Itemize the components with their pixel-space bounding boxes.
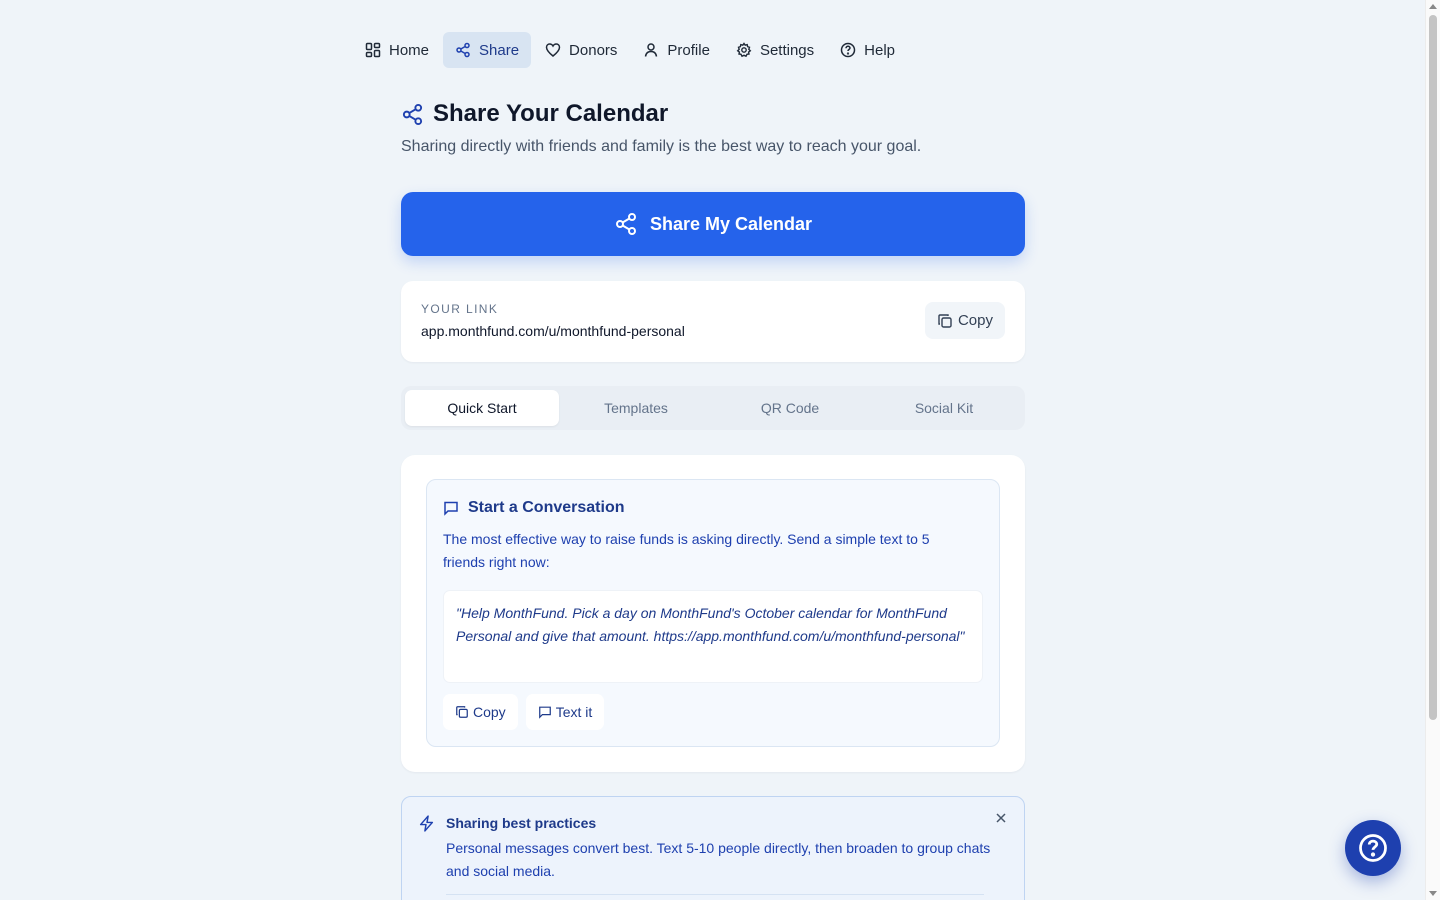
divider [446,894,984,895]
share-icon [402,103,423,125]
scrollbar-thumb[interactable] [1429,15,1437,720]
grid-icon [365,42,381,58]
nav-item-profile[interactable]: Profile [631,32,722,68]
tab-quick-start[interactable]: Quick Start [405,390,559,426]
share-icon [456,42,470,58]
best-practices-banner: Sharing best practices Personal messages… [401,796,1025,900]
link-label: YOUR LINK [421,302,499,316]
nav-item-label: Donors [569,41,618,59]
heart-icon [545,43,561,57]
page-subtitle: Sharing directly with friends and family… [401,138,922,155]
copy-link-button[interactable]: Copy [924,302,1005,339]
nav-item-label: Settings [759,41,815,59]
nav-item-settings[interactable]: Settings [724,32,826,68]
close-icon[interactable] [994,811,1008,825]
link-card: YOUR LINK app.monthfund.com/u/monthfund-… [401,281,1025,362]
message-template: "Help MonthFund. Pick a day on MonthFund… [443,590,983,683]
nav-item-home[interactable]: Home [353,32,441,68]
copy-icon [938,313,952,328]
share-calendar-button[interactable]: Share My Calendar [401,192,1025,256]
page-header: Share Your Calendar [401,100,1025,128]
message-icon [444,501,458,516]
conversation-title: Start a Conversation [468,499,625,516]
lightning-icon [419,815,434,832]
text-it-button[interactable]: Text it [525,694,605,730]
copy-message-label: Copy [473,704,506,720]
conversation-actions: Copy Text it [443,694,605,730]
help-circle-icon [840,42,856,58]
scroll-up-arrow[interactable] [1429,4,1437,9]
conversation-card: Start a Conversation The most effective … [426,479,1000,747]
copy-link-label: Copy [957,312,993,329]
text-it-label: Text it [555,704,593,720]
copy-icon [456,706,468,718]
gear-icon [736,42,752,58]
best-practices-text: Personal messages convert best. Text 5-1… [446,840,991,879]
nav-item-label: Profile [667,41,710,59]
conversation-description: The most effective way to raise funds is… [443,531,930,570]
tab-templates[interactable]: Templates [559,390,713,426]
best-practices-title: Sharing best practices [446,815,597,831]
link-url[interactable]: app.monthfund.com/u/monthfund-personal [421,323,685,339]
nav-item-donors[interactable]: Donors [533,32,629,68]
share-calendar-label: Share My Calendar [649,213,813,234]
nav-item-share[interactable]: Share [443,32,532,68]
user-icon [645,43,658,57]
share-icon [615,213,636,235]
message-icon [538,706,551,719]
nav-item-help[interactable]: Help [828,32,907,68]
page-scrollbar[interactable] [1425,0,1440,900]
scroll-down-arrow[interactable] [1429,891,1437,896]
nav-item-label: Share [479,41,520,59]
quick-start-panel: Start a Conversation The most effective … [401,455,1025,772]
nav-item-label: Home [389,41,430,59]
page: Home Share Donors Profile Settings Help … [0,0,1440,900]
top-nav: Home Share Donors Profile Settings Help [353,32,907,68]
help-circle-icon [1359,834,1387,862]
nav-item-label: Help [864,41,895,59]
tab-social-kit[interactable]: Social Kit [867,390,1021,426]
help-fab-button[interactable] [1345,820,1401,876]
share-tabs: Quick Start Templates QR Code Social Kit [401,386,1025,430]
copy-message-button[interactable]: Copy [443,694,518,730]
tab-qr-code[interactable]: QR Code [713,390,867,426]
conversation-header: Start a Conversation [443,499,624,517]
page-title: Share Your Calendar [433,100,669,127]
